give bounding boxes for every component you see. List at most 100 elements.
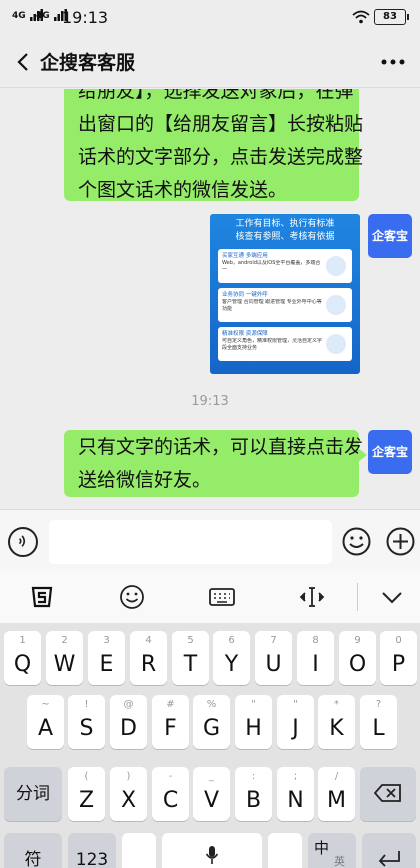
message-bubble-sent[interactable]: 只有文字的话术，可以直接点击发 送给微信好友。 — [64, 430, 367, 497]
key-m[interactable]: / M — [318, 767, 355, 821]
key-j[interactable]: " J — [277, 695, 314, 749]
key-hint: " — [293, 699, 298, 710]
message-line: 给朋友】，选择发送对象后，在弹 — [78, 89, 354, 102]
key-w[interactable]: 2W — [46, 631, 83, 685]
key-g[interactable]: % G — [193, 695, 230, 749]
voice-input-icon[interactable] — [8, 527, 38, 557]
backspace-key[interactable] — [360, 767, 416, 821]
key-label: 123 — [75, 850, 109, 868]
key-z[interactable]: (Z — [68, 767, 105, 821]
wifi-icon — [352, 10, 370, 24]
key-label: D — [120, 716, 137, 741]
period-key[interactable] — [268, 833, 302, 868]
key-t[interactable]: 5T — [172, 631, 209, 685]
key-hint: 7 — [270, 635, 277, 646]
key-n[interactable]: ; N — [277, 767, 314, 821]
key-hint: @ — [123, 699, 134, 710]
key-a[interactable]: ~ A — [27, 695, 64, 749]
key-hint: # — [166, 699, 175, 710]
backspace-icon — [374, 784, 401, 802]
numbers-key[interactable]: 123 — [68, 833, 116, 868]
promo-feature: 业务协同 一键外呼 客户管理 合同管理 跟进管理 专业外呼中心等功能 — [218, 288, 352, 322]
key-hint: 6 — [228, 635, 235, 646]
message-line: 话术的文字部分，点击发送完成整 — [78, 146, 364, 168]
cursor-move-icon[interactable] — [298, 583, 326, 611]
chat-title: 企搜客客服 — [40, 52, 136, 74]
key-e[interactable]: 3E — [88, 631, 125, 685]
key-x[interactable]: ) X — [110, 767, 147, 821]
key-hint: % — [206, 699, 217, 710]
key-p[interactable]: 0P — [380, 631, 417, 685]
key-hint: 0 — [395, 635, 402, 646]
symbols-key[interactable]: 符 — [4, 833, 62, 868]
key-label: J — [292, 716, 299, 741]
language-switch-key[interactable]: 中 英 — [308, 833, 356, 868]
key-v[interactable]: _ V — [193, 767, 230, 821]
more-options-icon[interactable] — [378, 50, 408, 74]
key-q[interactable]: 1Q — [4, 631, 41, 685]
key-label: A — [37, 716, 54, 741]
globe-icon — [326, 256, 346, 276]
key-hint: ! — [84, 699, 89, 710]
key-label: G — [202, 716, 221, 741]
key-label: P — [391, 652, 406, 677]
microphone-icon — [205, 846, 219, 864]
key-label: R — [140, 652, 157, 677]
key-label: S — [79, 716, 94, 741]
key-label: V — [203, 788, 220, 813]
message-line: 只有文字的话术，可以直接点击发 — [78, 436, 364, 458]
key-s[interactable]: ! S — [68, 695, 105, 749]
back-arrow-icon[interactable] — [12, 50, 36, 74]
key-hint: _ — [209, 771, 214, 782]
key-hint: ~ — [41, 699, 50, 710]
collapse-keyboard-icon[interactable] — [378, 583, 406, 611]
key-o[interactable]: 9O — [339, 631, 376, 685]
key-label: 中 — [314, 839, 330, 857]
promo-feature-desc: 客户管理 合同管理 跟进管理 专业外呼中心等功能 — [222, 299, 322, 312]
phone-icon — [326, 295, 346, 315]
emoji-panel-icon[interactable] — [118, 583, 146, 611]
key-f[interactable]: # F — [152, 695, 189, 749]
key-hint: * — [334, 699, 339, 710]
key-hint: ) — [126, 771, 131, 782]
key-c[interactable]: -C — [152, 767, 189, 821]
promo-feature-desc: 可自定义角色，精准权限管理，灵活自定义字段全面支持业务 — [222, 338, 322, 351]
message-line: 个图文话术的微信发送。 — [78, 179, 288, 201]
promo-heading-line: 工作有目标、执行有标准 — [235, 219, 335, 229]
sogou-logo-icon[interactable] — [28, 583, 56, 611]
promo-image-message[interactable]: 工作有目标、执行有标准 核查有参照、考核有依据 买家互通 多端应用 Web，an… — [210, 214, 360, 374]
chat-header: 企搜客客服 — [0, 36, 420, 88]
status-bar: 4G 4G 19:13 83 — [0, 0, 420, 36]
key-h[interactable]: " H — [235, 695, 272, 749]
keyboard-icon[interactable] — [208, 583, 236, 611]
key-label: Q — [13, 652, 32, 677]
folder-icon — [326, 334, 346, 354]
promo-feature-desc: Web，android以及iOS全平台覆盖，多端合一 — [222, 260, 321, 273]
key-b[interactable]: :B — [235, 767, 272, 821]
avatar[interactable]: 企客宝 — [368, 430, 412, 474]
enter-key[interactable] — [362, 833, 416, 868]
key-hint: 2 — [61, 635, 68, 646]
space-key[interactable] — [162, 833, 262, 868]
key-d[interactable]: @ D — [110, 695, 147, 749]
key-y[interactable]: 6Y — [213, 631, 250, 685]
key-r[interactable]: 4R — [130, 631, 167, 685]
key-k[interactable]: * K — [318, 695, 355, 749]
key-label: M — [327, 788, 346, 813]
comma-key[interactable] — [122, 833, 156, 868]
message-bubble-sent[interactable]: 给朋友】，选择发送对象后，在弹 出窗口的【给朋友留言】长按粘贴 话术的文字部分，… — [64, 89, 364, 201]
avatar[interactable]: 企客宝 — [368, 214, 412, 258]
key-hint: 5 — [187, 635, 194, 646]
key-l[interactable]: ? L — [360, 695, 397, 749]
signal-label-2: 4G — [36, 11, 50, 21]
plus-icon[interactable] — [385, 526, 416, 557]
message-input[interactable] — [49, 520, 332, 564]
keyboard-toolbar — [0, 571, 420, 623]
promo-feature: 精准权限 资源保障 可自定义角色，精准权限管理，灵活自定义字段全面支持业务 — [218, 327, 352, 361]
key-label: E — [99, 652, 114, 677]
key-i[interactable]: 8I — [297, 631, 334, 685]
key-u[interactable]: 7U — [255, 631, 292, 685]
chat-messages: 给朋友】，选择发送对象后，在弹 出窗口的【给朋友留言】长按粘贴 话术的文字部分，… — [0, 89, 420, 509]
emoji-icon[interactable] — [341, 526, 372, 557]
segment-key[interactable]: 分词 — [4, 767, 62, 821]
